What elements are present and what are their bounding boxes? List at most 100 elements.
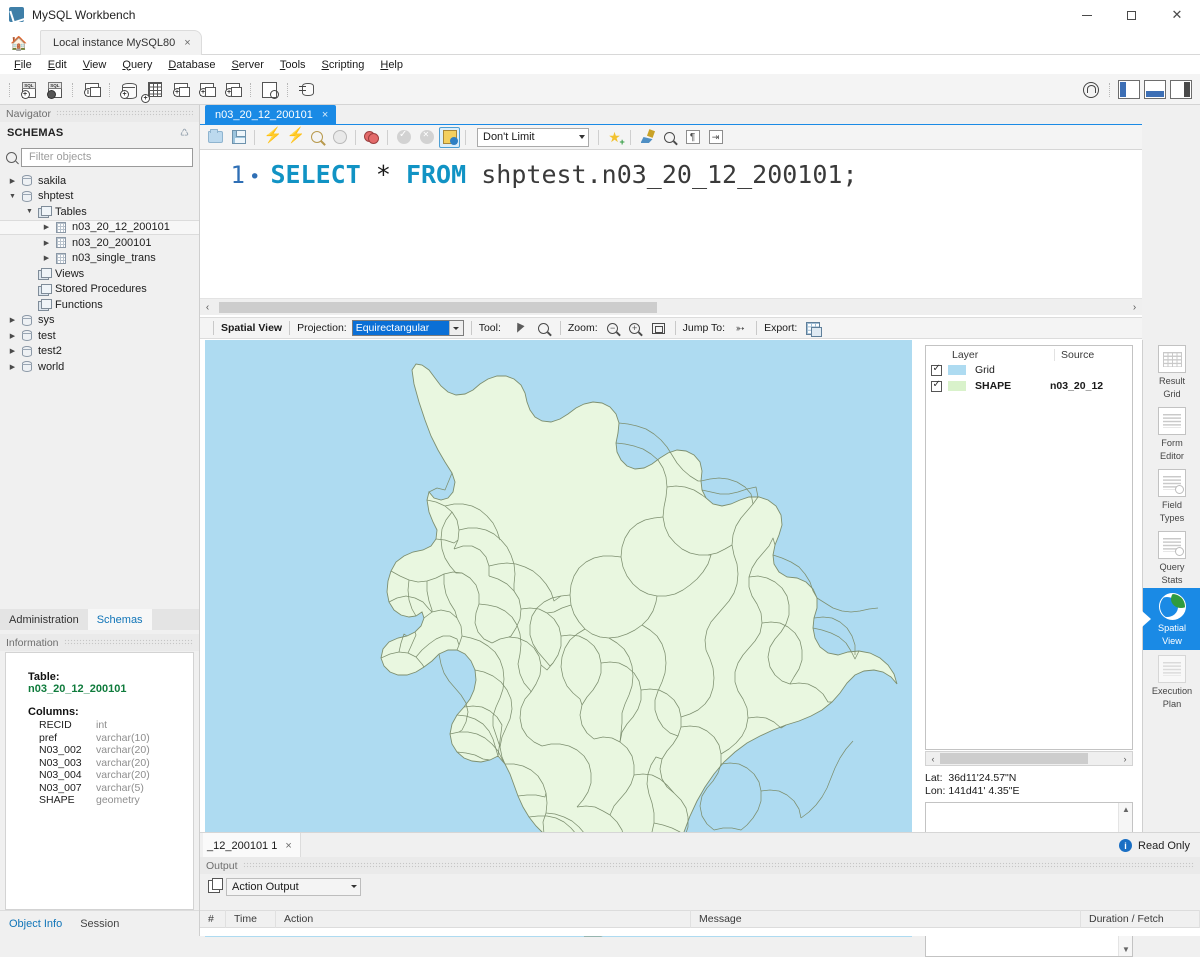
new-procedure-button[interactable]: + [195, 78, 218, 101]
sql-code-editor[interactable]: 1 • SELECT * FROM shptest.n03_20_12_2001… [200, 150, 1142, 298]
tab-local-instance[interactable]: Local instance MySQL80 × [40, 30, 202, 55]
refresh-icon[interactable]: ♺ [180, 128, 192, 139]
rail-item-form[interactable]: Form Editor [1143, 402, 1200, 464]
open-script-button[interactable] [205, 127, 226, 148]
scroll-down-icon[interactable]: ▼ [1122, 945, 1130, 954]
menu-file[interactable]: File [6, 57, 40, 73]
menu-scripting[interactable]: Scripting [314, 57, 373, 73]
output-type-select[interactable]: Action Output [226, 877, 361, 896]
menu-query[interactable]: Query [114, 57, 160, 73]
search-input[interactable] [27, 150, 187, 164]
tab-session[interactable]: Session [71, 918, 128, 930]
zoom-in-button[interactable]: + [626, 320, 644, 336]
open-sql-script-button[interactable]: SQL [43, 78, 66, 101]
close-icon[interactable]: × [285, 840, 291, 852]
tree-item-test2[interactable]: test2 [0, 344, 199, 360]
chevron-right-icon[interactable] [6, 363, 19, 371]
tree-item-n03-20-200101[interactable]: n03_20_200101 [0, 235, 199, 251]
tab-administration[interactable]: Administration [0, 609, 88, 630]
close-icon[interactable]: × [322, 109, 328, 121]
editor-horizontal-scrollbar[interactable]: ‹ › [200, 298, 1142, 315]
output-column-header[interactable]: Action [276, 910, 691, 928]
tree-item-sakila[interactable]: sakila [0, 173, 199, 189]
execute-button[interactable] [260, 127, 283, 148]
home-tab[interactable]: 🏠 [0, 30, 38, 55]
menu-database[interactable]: Database [160, 57, 223, 73]
reconnect-button[interactable] [295, 78, 318, 101]
chevron-right-icon[interactable] [40, 239, 53, 247]
new-view-button[interactable]: + [169, 78, 192, 101]
layer-row[interactable]: SHAPE n03_20_12 [926, 378, 1132, 394]
tree-item-stored-procedures[interactable]: Stored Procedures [0, 282, 199, 298]
scrollbar-track[interactable] [940, 752, 1118, 765]
maximize-button[interactable] [1109, 0, 1154, 30]
close-button[interactable]: ✕ [1154, 0, 1200, 30]
scrollbar-track[interactable] [215, 301, 1127, 313]
tree-item-views[interactable]: Views [0, 266, 199, 282]
new-table-button[interactable]: + [141, 78, 166, 103]
scrollbar-thumb[interactable] [219, 301, 657, 313]
chevron-down-icon[interactable] [23, 208, 36, 215]
layer-list[interactable]: Layer Source Grid SHAPE n03_20_12 [925, 345, 1133, 750]
scroll-left-icon[interactable]: ‹ [926, 754, 940, 764]
toggle-autocommit-button[interactable] [439, 126, 460, 148]
rail-item-field[interactable]: Field Types [1143, 464, 1200, 526]
layer-row[interactable]: Grid [926, 362, 1132, 378]
chevron-down-icon[interactable] [6, 193, 19, 200]
tree-item-n03-single-trans[interactable]: n03_single_trans [0, 251, 199, 267]
minimize-button[interactable] [1064, 0, 1109, 30]
menu-view[interactable]: View [75, 57, 115, 73]
menu-help[interactable]: Help [372, 57, 411, 73]
output-column-header[interactable]: Duration / Fetch [1081, 910, 1200, 928]
admin-globe-button[interactable] [1079, 78, 1102, 101]
menu-edit[interactable]: Edit [40, 57, 75, 73]
row-limit-select[interactable]: Don't Limit [477, 127, 589, 147]
execute-current-statement-button[interactable] [283, 127, 306, 148]
toggle-output-button[interactable] [1144, 80, 1166, 99]
scroll-right-icon[interactable]: › [1127, 302, 1142, 313]
chevron-right-icon[interactable] [6, 316, 19, 324]
tab-query-n03-20-12-200101[interactable]: n03_20_12_200101 × [205, 105, 337, 125]
rail-item-query[interactable]: Query Stats [1143, 526, 1200, 588]
save-script-button[interactable] [228, 127, 249, 148]
chevron-right-icon[interactable] [40, 223, 53, 231]
toggle-wrapping-button[interactable]: ⇥ [705, 127, 726, 148]
scrollbar-thumb[interactable] [940, 753, 1088, 764]
save-snippet-button[interactable]: ★ [604, 127, 625, 148]
rail-item-spatial[interactable]: Spatial View [1142, 588, 1200, 650]
tree-item-sys[interactable]: sys [0, 313, 199, 329]
chevron-right-icon[interactable] [6, 177, 19, 185]
projection-select[interactable]: Equirectangular [351, 320, 464, 336]
explain-button[interactable] [306, 127, 327, 148]
rollback-button[interactable] [416, 127, 437, 148]
export-button[interactable] [804, 320, 823, 337]
menu-tools[interactable]: Tools [272, 57, 314, 73]
copy-icon[interactable] [208, 878, 223, 893]
rail-item-execution[interactable]: Execution Plan [1143, 650, 1200, 712]
chevron-down-icon[interactable] [448, 321, 463, 335]
zoom-out-button[interactable]: − [604, 320, 622, 336]
select-tool-button[interactable] [510, 320, 528, 336]
tab-schemas[interactable]: Schemas [87, 609, 152, 630]
toggle-invisible-chars-button[interactable]: ¶ [682, 127, 703, 148]
new-function-button[interactable]: + [221, 78, 244, 101]
scroll-left-icon[interactable]: ‹ [200, 302, 215, 313]
scroll-up-icon[interactable]: ▲ [1122, 805, 1130, 814]
zoom-select-tool-button[interactable] [535, 320, 553, 336]
output-column-header[interactable]: # [200, 910, 226, 928]
layer-visibility-checkbox[interactable] [931, 363, 942, 376]
output-column-header[interactable]: Message [691, 910, 1081, 928]
tree-item-n03-20-12-200101[interactable]: n03_20_12_200101 [0, 219, 199, 235]
tab-object-info[interactable]: Object Info [0, 918, 71, 930]
tab-result-set[interactable]: _12_200101 1 × [203, 833, 301, 858]
chevron-right-icon[interactable] [40, 254, 53, 262]
new-schema-button[interactable]: + [117, 78, 140, 101]
tree-item-functions[interactable]: Functions [0, 297, 199, 313]
find-button[interactable] [659, 127, 680, 148]
chevron-right-icon[interactable] [6, 332, 19, 340]
stop-button[interactable] [329, 127, 350, 148]
toggle-sidebar-button[interactable] [1118, 80, 1140, 99]
layer-list-horizontal-scrollbar[interactable]: ‹ › [925, 751, 1133, 766]
inspect-button[interactable] [258, 78, 281, 101]
menu-server[interactable]: Server [223, 57, 271, 73]
